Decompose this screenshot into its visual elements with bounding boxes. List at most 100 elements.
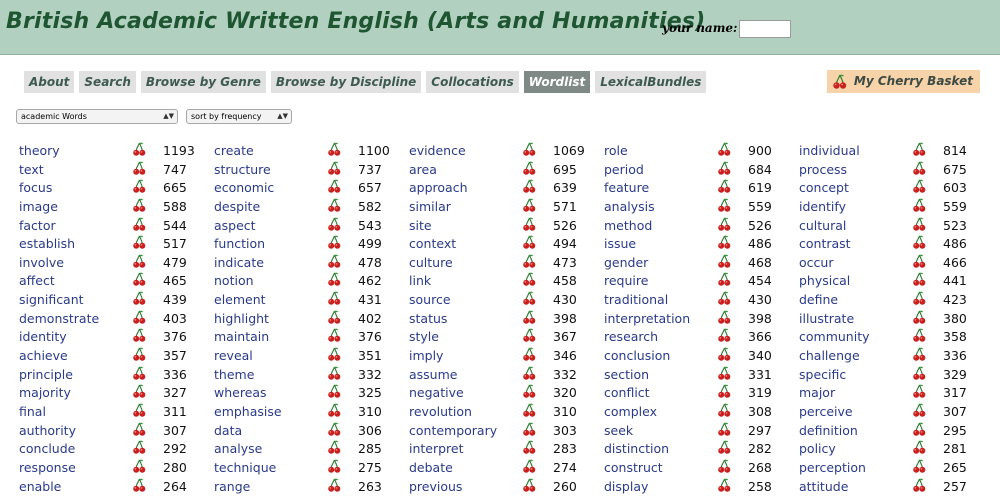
word-link[interactable]: source (409, 292, 451, 307)
word-link[interactable]: focus (19, 180, 52, 195)
word-link[interactable]: whereas (214, 385, 267, 400)
cherry-icon[interactable] (717, 198, 732, 213)
word-link[interactable]: function (214, 236, 265, 251)
cherry-icon[interactable] (132, 422, 147, 437)
cherry-icon[interactable] (717, 291, 732, 306)
cherry-icon[interactable] (132, 235, 147, 250)
cherry-icon[interactable] (327, 142, 342, 157)
cherry-icon[interactable] (912, 403, 927, 418)
cherry-icon[interactable] (522, 328, 537, 343)
cherry-icon[interactable] (522, 217, 537, 232)
cherry-icon[interactable] (327, 198, 342, 213)
word-link[interactable]: define (799, 292, 838, 307)
word-link[interactable]: area (409, 162, 437, 177)
nav-tab-lexical-bundles[interactable]: LexicalBundles (595, 71, 707, 93)
cherry-icon[interactable] (717, 440, 732, 455)
cherry-icon[interactable] (132, 403, 147, 418)
cherry-icon[interactable] (912, 366, 927, 381)
cherry-icon[interactable] (327, 179, 342, 194)
word-link[interactable]: site (409, 218, 432, 233)
cherry-icon[interactable] (717, 142, 732, 157)
word-link[interactable]: factor (19, 218, 56, 233)
cherry-icon[interactable] (912, 384, 927, 399)
word-link[interactable]: concept (799, 180, 849, 195)
cherry-icon[interactable] (912, 328, 927, 343)
word-link[interactable]: response (19, 460, 76, 475)
cherry-icon[interactable] (522, 291, 537, 306)
word-link[interactable]: major (799, 385, 835, 400)
word-link[interactable]: imply (409, 348, 443, 363)
word-link[interactable]: emphasise (214, 404, 282, 419)
word-link[interactable]: demonstrate (19, 311, 99, 326)
word-link[interactable]: require (604, 273, 648, 288)
word-link[interactable]: involve (19, 255, 64, 270)
word-link[interactable]: theme (214, 367, 254, 382)
word-link[interactable]: occur (799, 255, 833, 270)
nav-tab-browse-genre[interactable]: Browse by Genre (140, 71, 266, 93)
cherry-icon[interactable] (717, 217, 732, 232)
cherry-icon[interactable] (327, 440, 342, 455)
word-link[interactable]: individual (799, 143, 860, 158)
cherry-icon[interactable] (717, 459, 732, 474)
cherry-icon[interactable] (717, 161, 732, 176)
cherry-icon[interactable] (912, 235, 927, 250)
word-link[interactable]: element (214, 292, 266, 307)
cherry-icon[interactable] (132, 291, 147, 306)
cherry-icon[interactable] (912, 161, 927, 176)
word-link[interactable]: identify (799, 199, 846, 214)
word-link[interactable]: policy (799, 441, 836, 456)
word-link[interactable]: analyse (214, 441, 262, 456)
cherry-icon[interactable] (912, 347, 927, 362)
word-link[interactable]: evidence (409, 143, 466, 158)
word-link[interactable]: similar (409, 199, 451, 214)
cherry-icon[interactable] (132, 384, 147, 399)
word-link[interactable]: definition (799, 423, 858, 438)
word-link[interactable]: link (409, 273, 431, 288)
cherry-icon[interactable] (327, 422, 342, 437)
word-link[interactable]: interpretation (604, 311, 690, 326)
cherry-icon[interactable] (327, 384, 342, 399)
word-link[interactable]: range (214, 479, 250, 494)
word-link[interactable]: feature (604, 180, 649, 195)
cherry-icon[interactable] (912, 422, 927, 437)
word-link[interactable]: structure (214, 162, 271, 177)
word-link[interactable]: conflict (604, 385, 650, 400)
word-link[interactable]: process (799, 162, 847, 177)
word-link[interactable]: notion (214, 273, 254, 288)
nav-tab-search[interactable]: Search (79, 71, 136, 93)
cherry-icon[interactable] (912, 254, 927, 269)
nav-tab-collocations[interactable]: Collocations (426, 71, 519, 93)
sort-select[interactable]: sort by frequency ▲▼ (186, 109, 292, 124)
word-link[interactable]: culture (409, 255, 453, 270)
cherry-icon[interactable] (132, 328, 147, 343)
cherry-icon[interactable] (132, 347, 147, 362)
word-link[interactable]: theory (19, 143, 60, 158)
word-link[interactable]: identity (19, 329, 67, 344)
word-link[interactable]: authority (19, 423, 76, 438)
word-link[interactable]: perceive (799, 404, 853, 419)
word-link[interactable]: construct (604, 460, 663, 475)
cherry-icon[interactable] (912, 291, 927, 306)
word-link[interactable]: aspect (214, 218, 256, 233)
word-link[interactable]: significant (19, 292, 84, 307)
cherry-icon[interactable] (327, 272, 342, 287)
cherry-icon[interactable] (522, 254, 537, 269)
word-link[interactable]: interpret (409, 441, 464, 456)
word-link[interactable]: analysis (604, 199, 655, 214)
word-link[interactable]: debate (409, 460, 453, 475)
cherry-icon[interactable] (912, 142, 927, 157)
word-link[interactable]: contrast (799, 236, 851, 251)
word-link[interactable]: community (799, 329, 870, 344)
word-link[interactable]: maintain (214, 329, 269, 344)
cherry-icon[interactable] (912, 179, 927, 194)
word-link[interactable]: achieve (19, 348, 68, 363)
cherry-icon[interactable] (327, 235, 342, 250)
word-link[interactable]: style (409, 329, 439, 344)
cherry-icon[interactable] (327, 403, 342, 418)
cherry-icon[interactable] (327, 347, 342, 362)
cherry-icon[interactable] (522, 459, 537, 474)
cherry-icon[interactable] (522, 403, 537, 418)
cherry-basket-button[interactable]: My Cherry Basket (826, 70, 980, 93)
word-link[interactable]: complex (604, 404, 657, 419)
cherry-icon[interactable] (717, 422, 732, 437)
